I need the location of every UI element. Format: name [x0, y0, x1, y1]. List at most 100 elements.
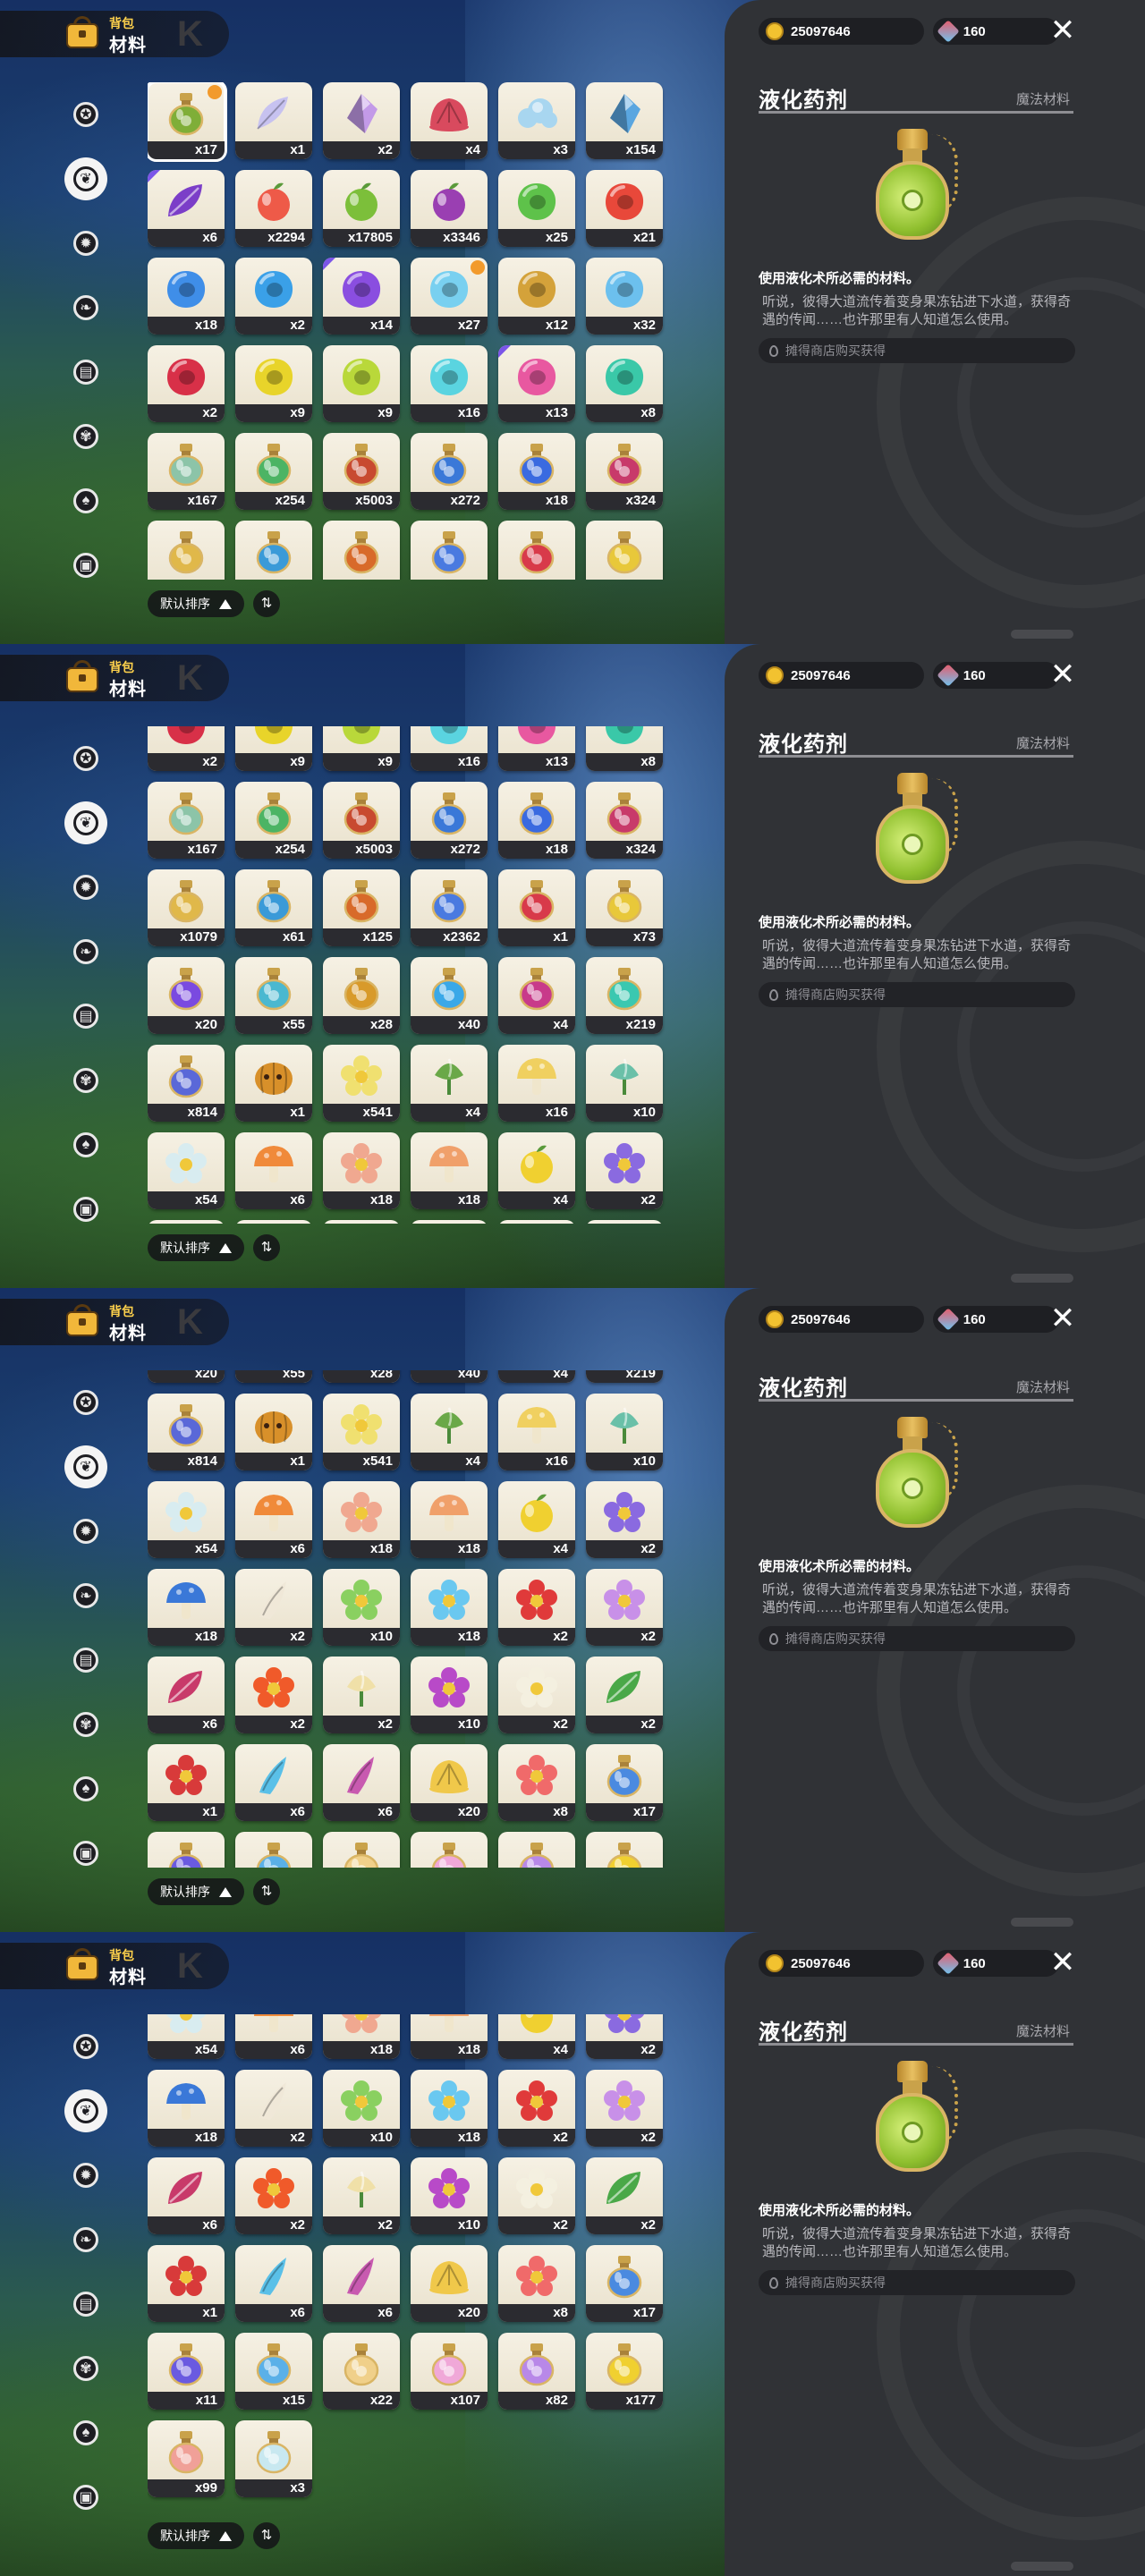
item-slot[interactable]: x2 [498, 1569, 575, 1646]
sort-button[interactable]: 默认排序 [148, 2522, 244, 2549]
item-slot[interactable]: x9 [323, 726, 400, 771]
item-slot[interactable]: x28 [323, 957, 400, 1034]
item-slot[interactable]: x10 [586, 1394, 663, 1470]
item-slot[interactable]: x10 [411, 2157, 488, 2234]
item-slot[interactable]: x219 [586, 1370, 663, 1383]
item-slot[interactable]: x814 [148, 1045, 225, 1122]
category-tab-acorn-icon[interactable]: ♠ [64, 1123, 107, 1166]
item-slot[interactable]: x10 [586, 1045, 663, 1122]
item-slot[interactable]: x1 [235, 1045, 312, 1122]
item-slot[interactable]: x324 [586, 782, 663, 859]
close-icon[interactable]: ✕ [1047, 658, 1079, 691]
item-source[interactable]: 摊得商店购买获得 [759, 338, 1075, 363]
item-slot[interactable]: x2294 [235, 170, 312, 247]
close-icon[interactable]: ✕ [1047, 14, 1079, 47]
item-slot[interactable]: x27 [411, 258, 488, 335]
item-slot[interactable]: x2 [586, 2014, 663, 2059]
item-slot[interactable]: x15 [235, 1832, 312, 1868]
item-slot[interactable]: x4 [498, 1132, 575, 1209]
item-slot[interactable]: x8 [586, 726, 663, 771]
item-slot[interactable]: x18 [148, 1220, 225, 1224]
item-slot[interactable]: x55 [235, 957, 312, 1034]
item-slot[interactable]: x254 [235, 782, 312, 859]
category-tab-scroll-icon[interactable]: ▤ [64, 1639, 107, 1682]
item-slot[interactable]: x2 [586, 1481, 663, 1558]
item-slot[interactable]: x4 [411, 1045, 488, 1122]
category-tab-chest-icon[interactable]: ▣ [64, 2476, 107, 2519]
item-slot[interactable]: x6 [235, 1744, 312, 1821]
category-tab-acorn-icon[interactable]: ♠ [64, 479, 107, 522]
item-slot[interactable]: x2 [235, 258, 312, 335]
category-tab-herb-icon[interactable]: ❧ [64, 2218, 107, 2261]
item-slot[interactable]: x1079 [148, 869, 225, 946]
item-slot[interactable]: x11 [148, 2333, 225, 2410]
item-slot[interactable]: x13 [498, 726, 575, 771]
category-tab-scroll-icon[interactable]: ▤ [64, 995, 107, 1038]
item-slot[interactable]: x14 [323, 258, 400, 335]
item-grid[interactable]: x54 x6 x18 x18 x4 x2 x18 x2 x10 x18 x2 x2 x6 x2 x2 x10 x… [148, 2014, 671, 2512]
item-slot[interactable]: x125 [323, 869, 400, 946]
item-slot[interactable]: x1 [148, 2245, 225, 2322]
item-slot[interactable]: x6 [148, 2157, 225, 2234]
item-slot[interactable]: x107 [411, 2333, 488, 2410]
category-tab-gear-icon[interactable]: ✹ [64, 222, 107, 265]
category-tab-star-badge-icon[interactable]: ✪ [64, 737, 107, 780]
sort-button[interactable]: 默认排序 [148, 1234, 244, 1261]
item-slot[interactable]: x9 [235, 345, 312, 422]
item-slot[interactable]: x54 [148, 1481, 225, 1558]
item-slot[interactable]: x18 [411, 1481, 488, 1558]
close-icon[interactable]: ✕ [1047, 1946, 1079, 1979]
item-slot[interactable]: x2 [498, 2157, 575, 2234]
item-slot[interactable]: x272 [411, 433, 488, 510]
item-slot[interactable]: x6 [235, 2245, 312, 2322]
item-slot[interactable]: x2 [586, 1132, 663, 1209]
item-slot[interactable]: x2 [498, 1657, 575, 1733]
coin-counter[interactable]: 25097646 [759, 1950, 924, 1977]
item-slot[interactable]: x2 [235, 1220, 312, 1224]
coin-counter[interactable]: 25097646 [759, 18, 924, 45]
item-slot[interactable]: x22 [323, 2333, 400, 2410]
item-slot[interactable]: x814 [148, 1394, 225, 1470]
category-tab-paw-icon[interactable]: ✾ [64, 2347, 107, 2390]
item-slot[interactable]: x167 [148, 433, 225, 510]
item-slot[interactable]: x5003 [323, 782, 400, 859]
item-grid[interactable]: x2 x9 x9 x16 x13 x8 x167 x254 x5003 x272 x18 x324 x1… [148, 726, 671, 1224]
category-tab-leaf-icon[interactable]: ❦ [64, 801, 107, 844]
item-slot[interactable]: x11 [148, 1832, 225, 1868]
item-slot[interactable]: x12 [498, 258, 575, 335]
item-slot[interactable]: x2 [498, 1220, 575, 1224]
item-slot[interactable]: x16 [498, 1045, 575, 1122]
item-source[interactable]: 摊得商店购买获得 [759, 1626, 1075, 1651]
item-slot[interactable]: x15 [235, 2333, 312, 2410]
item-slot[interactable]: x2 [498, 2070, 575, 2147]
item-slot[interactable]: x8 [586, 345, 663, 422]
item-slot[interactable]: x20 [411, 2245, 488, 2322]
item-slot[interactable]: x4 [411, 1394, 488, 1470]
item-slot[interactable]: x18 [498, 433, 575, 510]
item-slot[interactable]: x18 [411, 1132, 488, 1209]
item-slot[interactable]: x8 [498, 1744, 575, 1821]
item-slot[interactable]: x2 [235, 1569, 312, 1646]
item-slot[interactable]: x17 [586, 1744, 663, 1821]
category-tab-herb-icon[interactable]: ❧ [64, 1574, 107, 1617]
item-slot[interactable]: x6 [148, 1657, 225, 1733]
swap-order-icon[interactable]: ⇅ [253, 1234, 280, 1261]
item-slot[interactable]: x20 [411, 1744, 488, 1821]
item-slot[interactable]: x20 [148, 957, 225, 1034]
item-slot[interactable]: x25 [498, 170, 575, 247]
gem-counter[interactable]: 160 [932, 1306, 1059, 1333]
gem-counter[interactable]: 160 [932, 662, 1059, 689]
item-slot[interactable]: x18 [323, 1132, 400, 1209]
category-tab-scroll-icon[interactable]: ▤ [64, 2283, 107, 2326]
item-slot[interactable]: x6 [235, 2014, 312, 2059]
item-slot[interactable]: x40 [411, 1370, 488, 1383]
item-slot[interactable]: x3 [498, 82, 575, 159]
item-slot[interactable]: x82 [498, 2333, 575, 2410]
item-slot[interactable]: x4 [498, 2014, 575, 2059]
item-source[interactable]: 摊得商店购买获得 [759, 2270, 1075, 2295]
item-slot[interactable]: x16 [411, 345, 488, 422]
category-tab-paw-icon[interactable]: ✾ [64, 1059, 107, 1102]
item-slot[interactable]: x2 [323, 2157, 400, 2234]
category-tab-star-badge-icon[interactable]: ✪ [64, 93, 107, 136]
item-slot[interactable]: x18 [148, 258, 225, 335]
